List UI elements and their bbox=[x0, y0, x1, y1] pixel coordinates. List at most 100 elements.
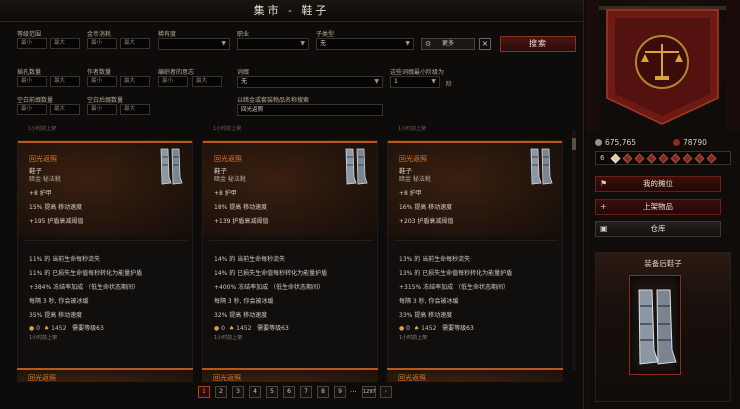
item-name: 回光返照 bbox=[398, 374, 426, 382]
item-affix: 13% 的 当前生命每秒流失 bbox=[399, 256, 471, 263]
sockets-min-input[interactable]: 最小 bbox=[17, 76, 47, 87]
my-stall-button[interactable]: ⚑ 我的摊位 bbox=[595, 176, 721, 192]
item-affix: 每隔 3 秒, 你会被冰缓 bbox=[214, 298, 274, 305]
item-affix: +315% 冻结率加成 （低生命状态期间） bbox=[399, 284, 509, 291]
listing-card-partial[interactable]: 回光返照 bbox=[387, 368, 563, 382]
tribute-icon: ♠ bbox=[43, 325, 50, 332]
page-button[interactable]: 5 bbox=[266, 386, 278, 398]
unique-rarity-bar bbox=[18, 141, 192, 143]
equipped-item-panel: 装备后鞋子 bbox=[595, 252, 731, 402]
empty-suffix-min-input[interactable]: 最小 bbox=[87, 104, 117, 115]
equipped-slot[interactable] bbox=[629, 275, 681, 375]
required-level-label: 需要等级 bbox=[72, 325, 97, 332]
affix-label: 词缀 bbox=[237, 69, 250, 76]
item-stat: +8 护甲 bbox=[214, 190, 237, 197]
gold-price: 0 bbox=[36, 325, 40, 332]
last-page-button[interactable]: 1297 bbox=[362, 386, 376, 398]
chevron-down-icon: ▼ bbox=[405, 40, 410, 47]
listing-card-partial[interactable]: 回光返照 bbox=[17, 368, 193, 382]
listing-card[interactable]: 回光返照 鞋子 暗金 秘法靴 +8 护甲 16% 提高 移动速度 +203 护盾… bbox=[387, 140, 563, 370]
item-name-search-input[interactable]: 回光返照 bbox=[237, 104, 383, 116]
item-affix: 每隔 3 秒, 你会被冰缓 bbox=[29, 298, 89, 305]
affix-dropdown[interactable]: 无 ▼ bbox=[237, 76, 383, 88]
listing-card-partial[interactable]: 回光返照 bbox=[202, 368, 378, 382]
next-page-button[interactable]: › bbox=[380, 386, 392, 398]
listing-card[interactable]: 回光返照 鞋子 暗金 秘法靴 +8 护甲 15% 提高 移动速度 +195 护盾… bbox=[17, 140, 193, 370]
durability-min-input[interactable]: 最小 bbox=[87, 76, 117, 87]
level-max-input[interactable]: 最大 bbox=[50, 38, 80, 49]
affix-min-tier-suffix: 阶 bbox=[446, 81, 453, 88]
unique-rarity-bar bbox=[388, 141, 562, 143]
page-button[interactable]: 8 bbox=[317, 386, 329, 398]
weaver-will-max-input[interactable]: 最大 bbox=[192, 76, 222, 87]
required-level: 63 bbox=[281, 325, 289, 332]
item-subtype: 暗金 秘法靴 bbox=[29, 176, 61, 183]
search-button[interactable]: 搜索 bbox=[500, 36, 576, 52]
affix-min-tier-dropdown[interactable]: 1 ▼ bbox=[390, 76, 440, 88]
clear-filters-button[interactable]: × bbox=[479, 38, 491, 50]
price-max-input[interactable]: 最大 bbox=[120, 38, 150, 49]
gold-coin-icon: ● bbox=[29, 325, 35, 332]
equipped-title: 装备后鞋子 bbox=[644, 259, 682, 268]
item-affix: 32% 提高 移动速度 bbox=[214, 312, 268, 319]
stash-button[interactable]: ▣ 仓库 bbox=[595, 221, 721, 237]
item-affix: +384% 冻结率加成 （低生命状态期间） bbox=[29, 284, 139, 291]
list-item-button[interactable]: + 上架物品 bbox=[595, 199, 721, 215]
rarity-dropdown[interactable]: ▼ bbox=[158, 38, 230, 50]
chevron-down-icon: ▼ bbox=[374, 78, 379, 85]
page-ellipsis: ... bbox=[350, 386, 357, 394]
item-stat: 15% 提高 移动速度 bbox=[29, 204, 83, 211]
sockets-max-input[interactable]: 最大 bbox=[50, 76, 80, 87]
listing-time: 1小时前上架 bbox=[29, 335, 58, 341]
page-button[interactable]: 4 bbox=[249, 386, 261, 398]
gold-coin-icon: ● bbox=[214, 325, 220, 332]
page-button[interactable]: 6 bbox=[283, 386, 295, 398]
stall-icon: ⚑ bbox=[600, 179, 608, 188]
level-min-input[interactable]: 最小 bbox=[17, 38, 47, 49]
required-level-label: 需要等级 bbox=[442, 325, 467, 332]
empty-suffix-max-input[interactable]: 最大 bbox=[120, 104, 150, 115]
price-min-input[interactable]: 最小 bbox=[87, 38, 117, 49]
chevron-down-icon: ▼ bbox=[221, 40, 226, 47]
more-filters-button[interactable]: ⚙ 更多 bbox=[421, 38, 475, 50]
page-button[interactable]: 2 bbox=[215, 386, 227, 398]
price-line: ● 0 ♠ 1452 需要等级63 bbox=[214, 323, 289, 332]
empty-prefix-min-input[interactable]: 最小 bbox=[17, 104, 47, 115]
page-button[interactable]: 3 bbox=[232, 386, 244, 398]
item-name: 回光返照 bbox=[213, 374, 241, 382]
item-affix: 11% 的 当前生命每秒流失 bbox=[29, 256, 101, 263]
my-stall-label: 我的摊位 bbox=[643, 179, 673, 188]
stash-icon: ▣ bbox=[600, 224, 608, 233]
listing-card[interactable]: 回光返照 鞋子 暗金 秘法靴 +8 护甲 18% 提高 移动速度 +139 护盾… bbox=[202, 140, 378, 370]
durability-max-input[interactable]: 最大 bbox=[120, 76, 150, 87]
empty-prefix-max-input[interactable]: 最大 bbox=[50, 104, 80, 115]
filter-panel: 等级范围 最小 最大 金币消耗 最小 最大 稀有度 ▼ 职业 ▼ 子类型 无 ▼ … bbox=[0, 22, 583, 122]
scrollbar-thumb[interactable] bbox=[572, 138, 576, 150]
rank-diamond-icon bbox=[646, 153, 657, 164]
market-banner-icon bbox=[585, 0, 740, 130]
gold-coin-icon bbox=[595, 139, 602, 146]
page-button[interactable]: 9 bbox=[334, 386, 346, 398]
item-affix: 14% 的 当前生命每秒流失 bbox=[214, 256, 286, 263]
class-dropdown[interactable]: ▼ bbox=[237, 38, 309, 50]
page-button[interactable]: 7 bbox=[300, 386, 312, 398]
stash-label: 仓库 bbox=[650, 224, 666, 233]
price-line: ● 0 ♠ 1452 需要等级63 bbox=[29, 323, 104, 332]
tribute-amount: 78790 bbox=[683, 138, 707, 147]
subtype-dropdown[interactable]: 无 ▼ bbox=[316, 38, 414, 50]
item-stat: +8 护甲 bbox=[399, 190, 422, 197]
weaver-will-min-input[interactable]: 最小 bbox=[158, 76, 188, 87]
item-stat: 16% 提高 移动速度 bbox=[399, 204, 453, 211]
page-button[interactable]: 1 bbox=[198, 386, 210, 398]
level-range-label: 等级范围 bbox=[17, 31, 42, 38]
sockets-label: 插孔数量 bbox=[17, 69, 42, 76]
boots-icon bbox=[638, 289, 677, 365]
rarity-label: 稀有度 bbox=[158, 31, 177, 38]
price-label: 金币消耗 bbox=[87, 31, 112, 38]
results-scrollbar[interactable] bbox=[572, 130, 576, 370]
item-affix: 35% 提高 移动速度 bbox=[29, 312, 83, 319]
item-affix: 11% 的 已损失生命值每秒转化为能量护盾 bbox=[29, 270, 143, 277]
required-level: 63 bbox=[466, 325, 474, 332]
gold-price: 0 bbox=[221, 325, 225, 332]
gold-coin-icon: ● bbox=[399, 325, 405, 332]
